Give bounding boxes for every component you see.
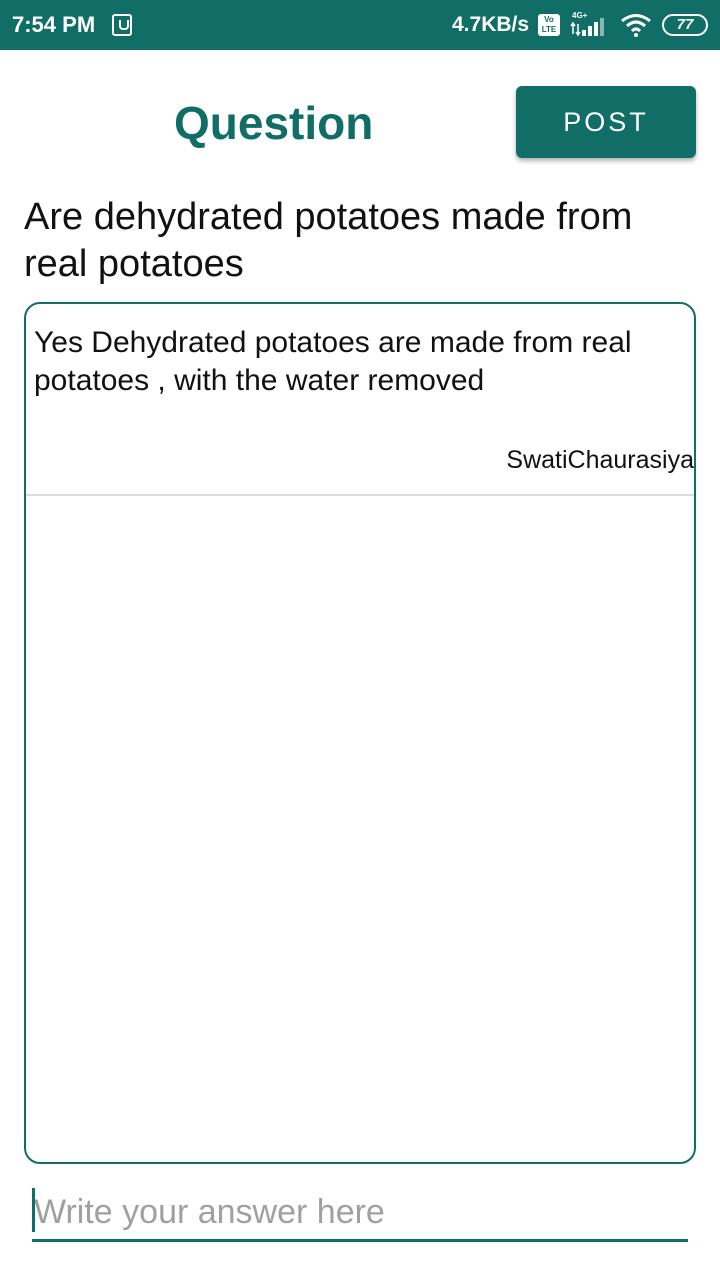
answer-input[interactable]	[32, 1186, 688, 1239]
volte-icon: Vo LTE	[538, 14, 560, 36]
answer-text: Yes Dehydrated potatoes are made from re…	[34, 326, 632, 397]
status-time: 7:54 PM	[12, 12, 96, 37]
battery-icon: 77	[662, 14, 708, 36]
answer-author: SwatiChaurasiya	[506, 446, 694, 474]
text-cursor	[32, 1188, 35, 1232]
download-icon	[112, 14, 132, 36]
answers-list[interactable]: Yes Dehydrated potatoes are made from re…	[24, 302, 696, 1164]
network-speed: 4.7KB/s	[452, 13, 530, 36]
wifi-icon	[621, 14, 651, 37]
network-type: 4G+	[572, 11, 588, 20]
post-button[interactable]: POST	[516, 86, 696, 158]
page-title: Question	[174, 97, 374, 149]
answer-item: Yes Dehydrated potatoes are made from re…	[26, 304, 694, 496]
signal-icon: 4G+	[570, 11, 604, 37]
question-text: Are dehydrated potatoes made from real p…	[24, 196, 633, 285]
status-bar: 7:54 PM 4.7KB/s Vo LTE 4G+ 77	[0, 0, 720, 50]
answer-input-container[interactable]	[32, 1186, 688, 1242]
